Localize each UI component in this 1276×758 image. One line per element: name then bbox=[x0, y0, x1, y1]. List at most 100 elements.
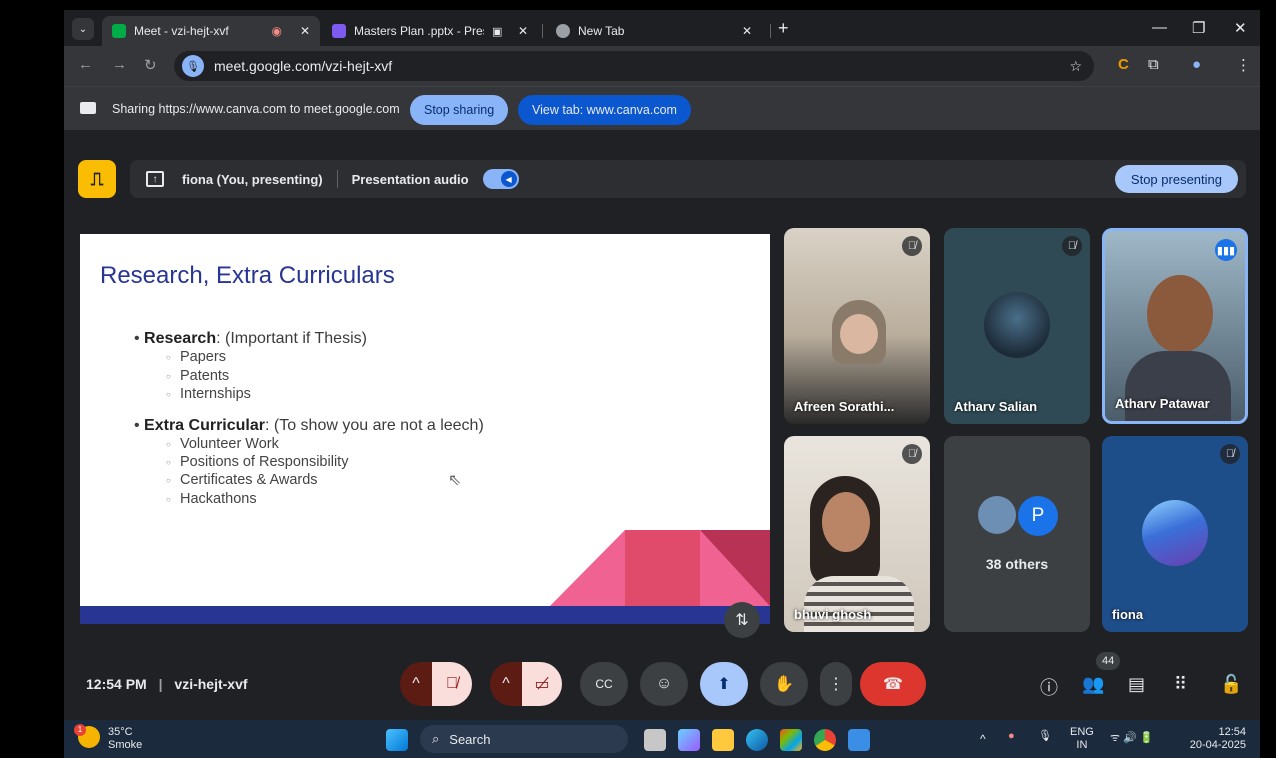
participant-tile[interactable]: 🎙̸ Afreen Sorathi... bbox=[784, 228, 930, 424]
participant-avatar bbox=[978, 496, 1016, 534]
tray-app-icon[interactable]: ● bbox=[1008, 730, 1015, 743]
tab-search-button[interactable]: ⌄ bbox=[72, 18, 94, 40]
wifi-volume-battery-icon[interactable]: ᯤ 🔊 🔋 bbox=[1110, 732, 1154, 745]
mouse-cursor-icon: ⇖ bbox=[448, 472, 462, 489]
canva-favicon-icon bbox=[332, 24, 346, 38]
extensions-puzzle-icon[interactable]: ⧉ bbox=[1148, 56, 1159, 73]
temperature: 35°C bbox=[108, 726, 133, 738]
host-controls-lock-icon[interactable]: 🔓 bbox=[1220, 674, 1242, 695]
captions-button[interactable]: CC bbox=[580, 662, 628, 706]
weather-sun-icon: 1 bbox=[74, 724, 100, 748]
bullet-text: : (Important if Thesis) bbox=[216, 330, 367, 347]
omnibox[interactable]: 🎙 meet.google.com/vzi-hejt-xvf ☆ bbox=[174, 51, 1094, 81]
system-clock[interactable]: 12:54 20-04-2025 bbox=[1186, 726, 1246, 752]
stop-sharing-button[interactable]: Stop sharing bbox=[410, 95, 509, 125]
participant-tile-self[interactable]: 🎙̸ fiona bbox=[1102, 436, 1248, 632]
meeting-details-icon[interactable]: ⓘ bbox=[1040, 674, 1058, 700]
activities-grid-icon[interactable]: ⠿ bbox=[1174, 674, 1187, 695]
participant-avatar bbox=[1142, 500, 1208, 566]
video-settings-chevron-icon[interactable]: ^ bbox=[490, 662, 522, 706]
raise-hand-button[interactable]: ✋ bbox=[760, 662, 808, 706]
others-tile[interactable]: P 38 others bbox=[944, 436, 1090, 632]
language-indicator[interactable]: ENG IN bbox=[1070, 726, 1094, 752]
close-tab-icon[interactable]: ✕ bbox=[742, 24, 752, 38]
participant-video bbox=[1147, 275, 1213, 353]
minimize-icon[interactable]: — bbox=[1152, 19, 1167, 36]
file-explorer-icon[interactable] bbox=[712, 729, 734, 751]
participant-video bbox=[1125, 351, 1231, 421]
profile-icon[interactable]: ● bbox=[1192, 56, 1201, 73]
present-now-button[interactable]: ⬆ bbox=[700, 662, 748, 706]
participant-tile-active-speaker[interactable]: ▮▮▮ Atharv Patawar bbox=[1102, 228, 1248, 424]
back-icon[interactable]: ← bbox=[78, 56, 93, 73]
slide-sub-bullet: Papers bbox=[134, 348, 494, 366]
camera-app-icon[interactable] bbox=[848, 729, 870, 751]
participant-name: Atharv Patawar bbox=[1115, 396, 1210, 411]
mic-muted-icon: 🎙̸ bbox=[902, 236, 922, 256]
people-icon[interactable]: 👥 bbox=[1082, 674, 1104, 695]
meet-favicon-icon bbox=[112, 24, 126, 38]
microphone-in-use-icon[interactable]: 🎙 bbox=[182, 55, 204, 77]
weather-widget[interactable]: 1 35°C Smoke bbox=[74, 724, 143, 751]
audio-settings-chevron-icon[interactable]: ^ bbox=[400, 662, 432, 706]
sharing-text: Sharing https://www.canva.com to meet.go… bbox=[112, 102, 400, 116]
tab-divider bbox=[542, 24, 543, 38]
presentation-audio-toggle[interactable]: ◀ bbox=[482, 169, 519, 189]
bullet-bold: Extra Curricular bbox=[144, 416, 265, 434]
mic-muted-icon: 🎙̸ bbox=[902, 444, 922, 464]
participant-name: Afreen Sorathi... bbox=[794, 399, 895, 414]
show-hidden-icons-icon[interactable]: ^ bbox=[980, 732, 986, 746]
region: IN bbox=[1076, 739, 1088, 752]
new-tab-button[interactable]: + bbox=[778, 18, 789, 39]
swap-layout-button[interactable]: ⇅ bbox=[724, 602, 760, 638]
recording-icon: ◉ bbox=[271, 24, 282, 38]
stop-presenting-button[interactable]: Stop presenting bbox=[1114, 165, 1238, 193]
slide-sub-bullet: Certificates & Awards bbox=[134, 471, 494, 489]
address-bar-row: ← → ↻ 🎙 meet.google.com/vzi-hejt-xvf ☆ C… bbox=[64, 46, 1260, 86]
bookmark-star-icon[interactable]: ☆ bbox=[1069, 58, 1082, 75]
microphone-tray-icon[interactable]: 🎙 bbox=[1038, 730, 1052, 743]
chrome-icon[interactable] bbox=[814, 729, 836, 751]
participant-video bbox=[804, 576, 914, 632]
clock-date: 20-04-2025 bbox=[1189, 739, 1246, 752]
reload-icon[interactable]: ↻ bbox=[144, 56, 157, 74]
meet-logo-icon: ⎍ bbox=[78, 160, 116, 198]
browser-tab-strip: ⌄ Meet - vzi-hejt-xvf ◉ ✕ Masters Plan .… bbox=[64, 10, 1260, 46]
restore-icon[interactable]: ❐ bbox=[1192, 19, 1205, 37]
microsoft-store-icon[interactable] bbox=[780, 729, 802, 751]
weather-condition: Smoke bbox=[108, 738, 143, 751]
divider bbox=[336, 170, 338, 188]
participant-tile[interactable]: 🎙̸ Atharv Salian bbox=[944, 228, 1090, 424]
tab-title: New Tab bbox=[578, 24, 625, 38]
close-tab-icon[interactable]: ✕ bbox=[518, 24, 528, 38]
windows-start-icon[interactable] bbox=[386, 729, 408, 751]
slide-decoration bbox=[625, 530, 700, 606]
participant-video bbox=[822, 492, 870, 552]
slide-decoration bbox=[700, 530, 770, 606]
extension-c-icon[interactable]: C bbox=[1118, 56, 1129, 73]
search-label: Search bbox=[449, 731, 491, 747]
tab-meet[interactable]: Meet - vzi-hejt-xvf ◉ ✕ bbox=[102, 16, 320, 46]
tab-masters-plan[interactable]: Masters Plan .pptx - Presen ▣ ✕ bbox=[322, 16, 538, 46]
forward-icon[interactable]: → bbox=[112, 56, 127, 73]
edge-browser-icon[interactable] bbox=[746, 729, 768, 751]
slide-decoration bbox=[550, 530, 625, 606]
emoji-reactions-button[interactable]: ☺ bbox=[640, 662, 688, 706]
copilot-icon[interactable] bbox=[678, 729, 700, 751]
tab-new-tab[interactable]: New Tab ✕ bbox=[546, 16, 762, 46]
task-view-icon[interactable] bbox=[644, 729, 666, 751]
more-options-button[interactable]: ⋮ bbox=[820, 662, 852, 706]
mic-muted-icon: 🎙̸ bbox=[1220, 444, 1240, 464]
camera-off-button[interactable]: ▭̸ bbox=[522, 662, 562, 706]
taskbar-search[interactable]: ⌕ Search bbox=[420, 725, 628, 753]
microphone-off-button[interactable]: 🎙̸ bbox=[432, 662, 472, 706]
close-tab-icon[interactable]: ✕ bbox=[300, 24, 310, 38]
view-tab-button[interactable]: View tab: www.canva.com bbox=[518, 95, 691, 125]
menu-kebab-icon[interactable]: ⋮ bbox=[1236, 56, 1251, 74]
participant-tile[interactable]: 🎙̸ bhuvi ghosh bbox=[784, 436, 930, 632]
close-window-icon[interactable]: ✕ bbox=[1234, 19, 1247, 37]
participant-name: fiona bbox=[1112, 607, 1144, 622]
leave-call-button[interactable]: ☎ bbox=[860, 662, 926, 706]
chat-icon[interactable]: ▤ bbox=[1128, 674, 1145, 695]
tab-divider bbox=[770, 24, 771, 38]
